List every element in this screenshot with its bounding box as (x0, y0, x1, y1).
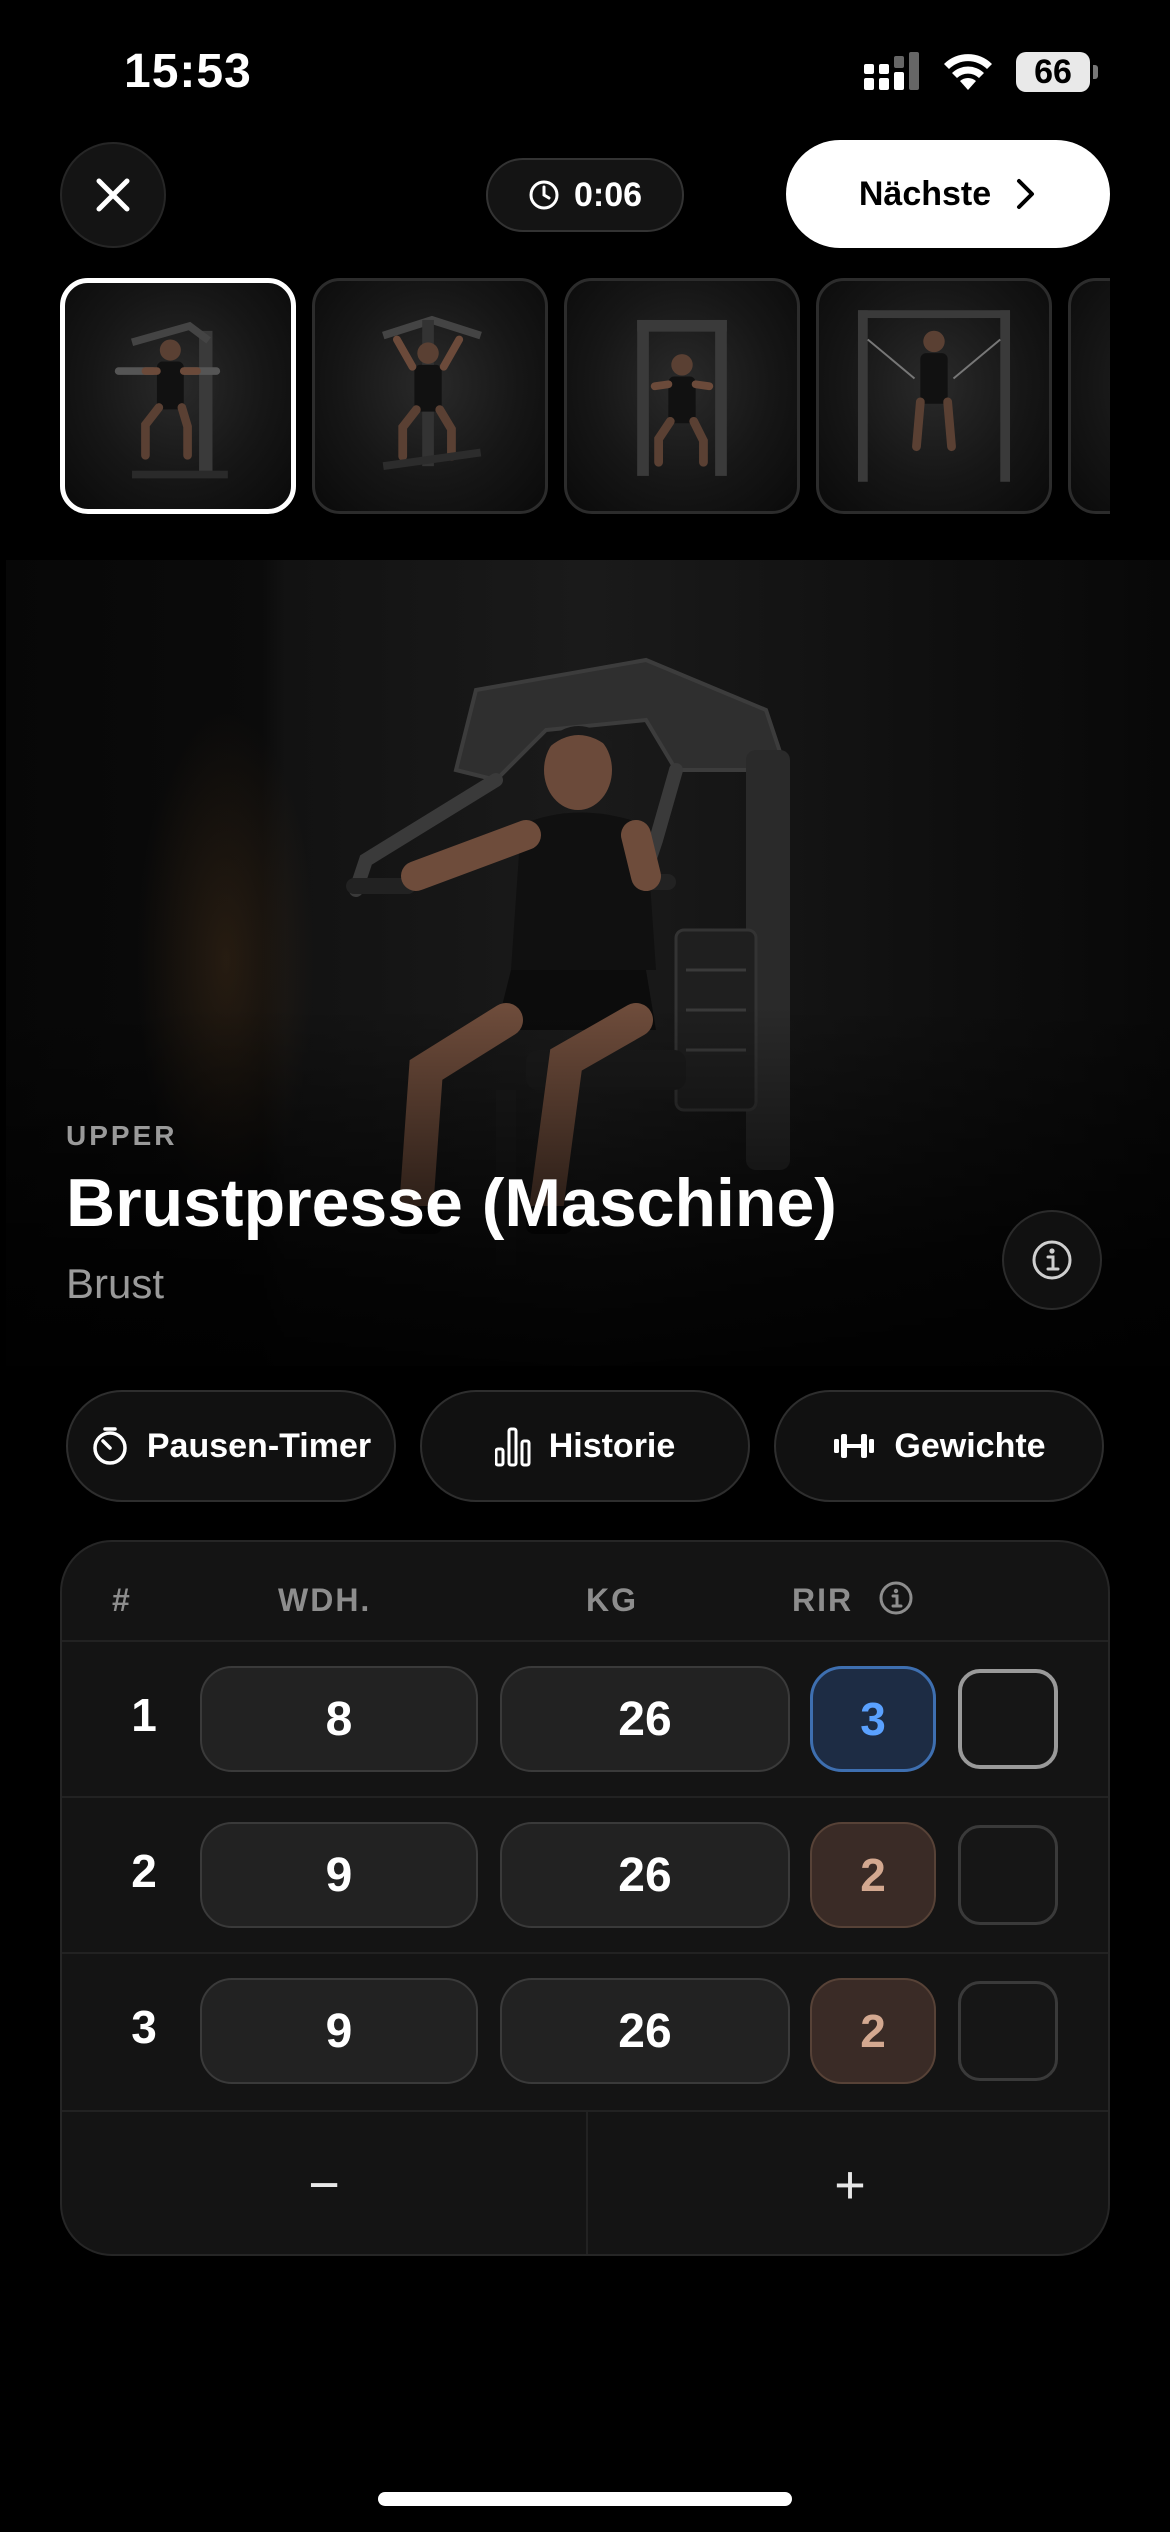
sets-table: # WDH. KG RIR 1 8 26 3 2 9 26 2 3 9 26 2… (60, 1540, 1110, 2256)
rir-input[interactable]: 2 (810, 1978, 936, 2084)
exercise-thumbnail[interactable] (312, 278, 548, 514)
set-number: 1 (131, 1689, 157, 1741)
reps-input[interactable]: 8 (200, 1666, 478, 1772)
divider (62, 1640, 1108, 1642)
next-label: Nächste (858, 174, 992, 213)
set-number: 2 (131, 1845, 157, 1897)
header-kg: KG (586, 1582, 638, 1618)
cellular-signal-icon (864, 52, 919, 90)
history-button[interactable]: Historie (420, 1390, 750, 1502)
add-set-button[interactable]: + (588, 2112, 1108, 2254)
header-rir: RIR (792, 1582, 854, 1618)
wifi-icon (944, 54, 992, 90)
rest-timer-button[interactable]: Pausen-Timer (66, 1390, 396, 1502)
exercise-hero-image (6, 560, 1170, 1366)
chest-press-machine-image (114, 321, 228, 479)
status-time: 15:53 (124, 45, 252, 98)
exercise-title: Brustpresse (Maschine) (66, 1165, 837, 1241)
battery-icon: 66 (1016, 52, 1098, 92)
weights-button[interactable]: Gewichte (774, 1390, 1104, 1502)
rir-info-icon[interactable] (878, 1580, 914, 1621)
set-complete-checkbox[interactable] (958, 1981, 1058, 2081)
reps-input[interactable]: 9 (200, 1822, 478, 1928)
set-complete-checkbox[interactable] (958, 1669, 1058, 1769)
kg-input[interactable]: 26 (500, 1666, 790, 1772)
exercise-category: UPPER (66, 1120, 178, 1151)
kg-input[interactable]: 26 (500, 1978, 790, 2084)
set-number: 3 (131, 2001, 157, 2053)
close-button[interactable] (60, 142, 166, 248)
bar-chart-icon (494, 1427, 531, 1467)
exercise-info-button[interactable] (1002, 1210, 1102, 1310)
clock-icon (529, 180, 559, 210)
status-icons: 66 (864, 52, 1098, 92)
butterfly-machine-image (637, 319, 727, 476)
history-label: Historie (548, 1426, 676, 1465)
rir-input[interactable]: 3 (810, 1666, 936, 1772)
header-set-number: # (112, 1582, 132, 1618)
info-icon (1032, 1240, 1072, 1280)
home-indicator (378, 2492, 792, 2506)
reps-input[interactable]: 9 (200, 1978, 478, 2084)
kg-input[interactable]: 26 (500, 1822, 790, 1928)
exercise-thumbnail[interactable] (60, 278, 296, 514)
dumbbell-icon (834, 1434, 875, 1458)
set-complete-checkbox[interactable] (958, 1825, 1058, 1925)
workout-timer[interactable]: 0:06 (486, 158, 684, 232)
rest-timer-label: Pausen-Timer (146, 1426, 372, 1465)
next-exercise-button[interactable]: Nächste (786, 140, 1110, 248)
cable-crossover-image (857, 310, 1011, 482)
divider (62, 1796, 1108, 1798)
weights-label: Gewichte (894, 1426, 1046, 1465)
stopwatch-icon (93, 1427, 127, 1465)
exercise-thumbnail[interactable] (1068, 278, 1110, 514)
divider (62, 1952, 1108, 1954)
chevron-right-icon (1017, 179, 1035, 209)
header-reps: WDH. (278, 1582, 372, 1618)
exercise-muscle-group: Brust (66, 1260, 165, 1307)
rir-input[interactable]: 2 (810, 1822, 936, 1928)
exercise-thumbnail[interactable] (564, 278, 800, 514)
exercise-thumbnail[interactable] (816, 278, 1052, 514)
exercise-thumbnail-strip[interactable] (60, 278, 1110, 520)
close-icon (96, 178, 130, 212)
remove-set-button[interactable]: − (62, 2112, 586, 2254)
incline-press-machine-image (382, 315, 482, 471)
timer-value: 0:06 (573, 175, 643, 214)
